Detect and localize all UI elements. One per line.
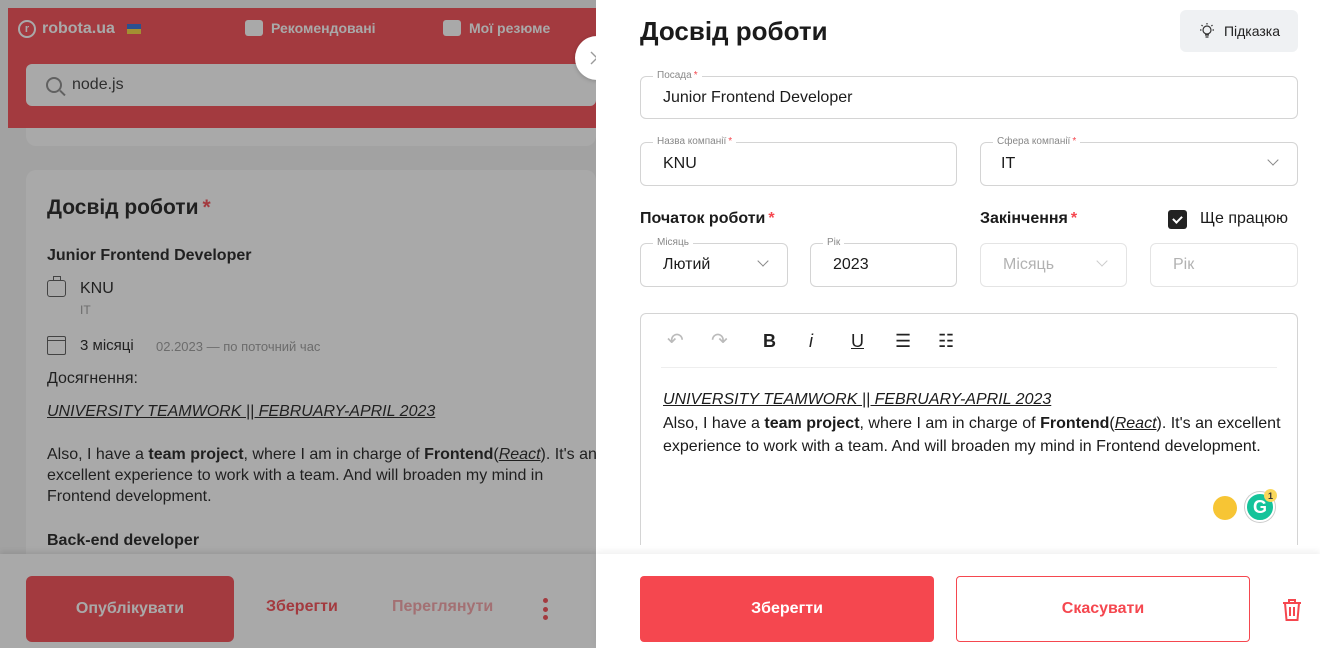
hint-button[interactable]: Підказка	[1180, 10, 1298, 52]
more-menu-icon[interactable]	[543, 598, 549, 620]
company-label: Назва компанії	[657, 136, 727, 147]
end-year-field[interactable]: Рік	[1150, 243, 1298, 287]
company-sector: IT	[80, 303, 91, 317]
start-month-value: Лютий	[663, 256, 711, 273]
description-editor[interactable]: ↶ ↷ B i U ☰ ☷ UNIVERSITY TEAMWORK || FEB…	[640, 313, 1298, 545]
italic-button[interactable]: i	[809, 330, 813, 352]
start-date-label: Початок роботи *	[640, 210, 775, 227]
position-value: Junior Frontend Developer	[663, 89, 853, 106]
sector-select[interactable]: Сфера компанії * IT	[980, 136, 1298, 186]
save-button[interactable]: Зберегти	[640, 576, 934, 642]
achievements-link: UNIVERSITY TEAMWORK || FEBRUARY-APRIL 20…	[47, 403, 436, 420]
job-title: Junior Frontend Developer	[47, 247, 252, 264]
brand-logo[interactable]: r robota.ua	[18, 20, 141, 38]
start-year-label: Рік	[823, 237, 845, 248]
redo-icon[interactable]: ↷	[711, 328, 728, 352]
thumbs-up-icon	[245, 20, 263, 36]
trash-icon	[1283, 599, 1301, 621]
panel-title: Досвід роботи	[640, 16, 828, 46]
robota-logo-icon: r	[18, 20, 36, 38]
grammarly-icon[interactable]: G1	[1245, 489, 1277, 522]
chevron-down-icon	[757, 255, 769, 267]
still-working-label[interactable]: Ще працюю	[1200, 210, 1288, 228]
cancel-button[interactable]: Скасувати	[956, 576, 1250, 642]
chevron-down-icon	[1096, 255, 1108, 267]
editor-toolbar: ↶ ↷ B i U ☰ ☷	[661, 314, 1277, 368]
search-icon	[46, 77, 62, 93]
nav-my-resumes-label: Мої резюме	[469, 20, 551, 36]
experience-edit-panel: Досвід роботи Підказка Посада * Junior Fr…	[596, 0, 1320, 648]
numbered-list-icon[interactable]: ☷	[938, 330, 954, 352]
company-value: KNU	[663, 155, 697, 172]
save-link[interactable]: Зберегти	[266, 598, 338, 616]
position-label: Посада	[657, 70, 692, 81]
sector-value: IT	[1001, 155, 1016, 172]
next-job-title: Back-end developer	[47, 532, 200, 549]
company-field[interactable]: Назва компанії * KNU	[640, 136, 957, 186]
chevron-down-icon	[1267, 154, 1279, 166]
start-month-label: Місяць	[653, 237, 693, 248]
emoji-icon[interactable]	[1213, 496, 1237, 520]
undo-icon[interactable]: ↶	[667, 328, 684, 352]
preview-link[interactable]: Переглянути	[392, 598, 493, 616]
sector-label: Сфера компанії	[997, 136, 1071, 147]
position-field[interactable]: Посада * Junior Frontend Developer	[640, 70, 1298, 119]
resume-icon	[443, 20, 461, 36]
delete-button[interactable]	[1280, 598, 1304, 624]
grammarly-badge: 1	[1264, 489, 1277, 502]
nav-recommended[interactable]: Рекомендовані	[245, 20, 376, 36]
brand-name: robota.ua	[42, 20, 115, 37]
ukraine-flag-icon	[126, 24, 141, 34]
section-title: Досвід роботи *	[47, 196, 211, 219]
start-month-select[interactable]: Місяць Лютий	[640, 237, 788, 287]
search-value: node.js	[72, 76, 124, 93]
still-working-checkbox[interactable]	[1168, 210, 1187, 229]
achievements-label: Досягнення:	[47, 370, 138, 387]
duration: 3 місяці	[80, 337, 134, 354]
company-name: KNU	[80, 280, 114, 297]
bold-button[interactable]: B	[763, 330, 776, 352]
end-month-select[interactable]: Місяць	[980, 243, 1127, 287]
nav-my-resumes[interactable]: Мої резюме	[443, 20, 550, 36]
search-input[interactable]: node.js	[26, 64, 596, 106]
background-page: r robota.ua Рекомендовані Мої резюме nod…	[0, 0, 596, 648]
editor-body-text: Also, I have a team project, where I am …	[663, 415, 1281, 455]
end-date-label: Закінчення *	[980, 210, 1078, 227]
job-description: Also, I have a team project, where I am …	[47, 446, 596, 505]
bullet-list-icon[interactable]: ☰	[895, 330, 911, 352]
hint-label: Підказка	[1223, 23, 1281, 39]
editor-link-text: UNIVERSITY TEAMWORK || FEBRUARY-APRIL 20…	[663, 391, 1052, 408]
briefcase-icon	[47, 276, 66, 297]
previous-card	[26, 128, 596, 146]
start-year-value: 2023	[833, 256, 869, 273]
date-range: 02.2023 — по поточний час	[156, 339, 321, 354]
end-year-placeholder: Рік	[1173, 256, 1195, 273]
calendar-icon	[47, 336, 66, 355]
start-year-field[interactable]: Рік 2023	[810, 237, 957, 287]
publish-button[interactable]: Опублікувати	[26, 576, 234, 642]
nav-recommended-label: Рекомендовані	[271, 20, 376, 36]
lightbulb-icon	[1199, 23, 1214, 38]
underline-button[interactable]: U	[851, 330, 864, 352]
end-month-placeholder: Місяць	[1003, 256, 1055, 273]
